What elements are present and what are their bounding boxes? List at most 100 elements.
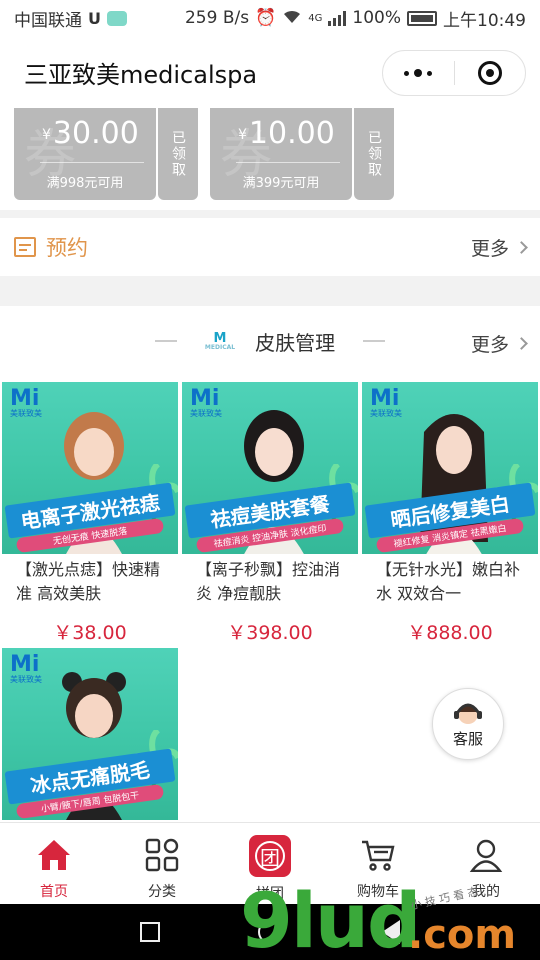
brand-badge: Mi 美联致美 <box>10 654 42 684</box>
capsule-menu <box>382 50 526 96</box>
product-card[interactable]: Mi 美联致美 祛痘美肤套餐 祛痘消炎 控油净肤 淡化痘印 【离子秒飘】控油消炎 … <box>182 382 358 645</box>
customer-service-label: 客服 <box>452 729 483 748</box>
coupon-value: 10.00 <box>248 116 335 151</box>
brand-mark: Mi <box>10 386 40 411</box>
product-image: Mi 美联致美 晒后修复美白 褪红修复 消炎镇定 祛黑嫩白 <box>362 382 538 554</box>
product-card[interactable]: Mi 美联致美 冰点无痛脱毛 小臂/腋下/唇周 包脱包干 <box>2 648 178 820</box>
brand-sub: 美联致美 <box>10 675 42 684</box>
coupon-divider <box>236 162 340 163</box>
product-price: ￥38.00 <box>53 622 127 644</box>
divider-dash <box>154 340 177 342</box>
section-title: 皮肤管理 <box>255 330 336 355</box>
product-image: Mi 美联致美 冰点无痛脱毛 小臂/腋下/唇周 包脱包干 <box>2 648 178 820</box>
section-header: M MEDICAL 皮肤管理 更多 <box>0 306 540 376</box>
booking-row[interactable]: 预约 更多 <box>0 218 540 276</box>
category-icon <box>142 835 182 875</box>
profile-icon <box>466 835 506 875</box>
brand-sub: 美联致美 <box>370 409 402 418</box>
tab-group-buy[interactable]: 团 拼团 <box>216 823 324 904</box>
customer-service-button[interactable]: 客服 <box>432 688 504 760</box>
clock: 上午10:49 <box>443 10 526 31</box>
mini-program-header: 三亚致美medicalspa <box>0 36 540 108</box>
chevron-right-icon <box>515 240 528 254</box>
headset-agent-icon <box>454 703 482 724</box>
app-badge-icon <box>107 10 127 26</box>
page-title: 三亚致美medicalspa <box>24 60 258 89</box>
brand-mark: Mi <box>370 386 400 411</box>
cart-icon <box>358 835 398 875</box>
currency-symbol: ¥ <box>42 127 51 143</box>
recent-apps-button[interactable] <box>140 922 160 942</box>
tab-label: 首页 <box>40 884 68 900</box>
brand-badge: Mi 美联致美 <box>190 388 222 418</box>
product-name: 【离子秒飘】控油消炎 净痘靓肤 <box>196 560 341 603</box>
home-button[interactable] <box>258 920 282 944</box>
chevron-right-icon <box>515 337 528 350</box>
tab-label: 分类 <box>148 884 176 900</box>
wifi-icon <box>282 8 302 29</box>
product-image: Mi 美联致美 祛痘美肤套餐 祛痘消炎 控油净肤 淡化痘印 <box>182 382 358 554</box>
alarm-icon: ⏰ <box>255 8 277 28</box>
home-icon <box>34 835 74 875</box>
more-label: 更多 <box>470 237 509 260</box>
tab-profile[interactable]: 我的 <box>432 823 540 904</box>
coupon-main: 券 ¥30.00 满998元可用 <box>14 108 156 200</box>
coupon-card[interactable]: 券 ¥30.00 满998元可用 已领取 <box>14 108 202 200</box>
tab-cart[interactable]: 购物车 <box>324 823 432 904</box>
coupon-condition: 满399元可用 <box>242 176 320 191</box>
more-options-button[interactable] <box>383 51 454 95</box>
tab-label: 购物车 <box>357 884 399 900</box>
divider-dash <box>363 340 386 342</box>
battery-icon <box>407 10 437 26</box>
coupon-status: 已领取 <box>354 108 398 200</box>
coupon-main: 券 ¥10.00 满399元可用 <box>210 108 352 200</box>
network-speed: 259 B/s <box>184 8 250 28</box>
carrier-name: 中国联通 <box>14 10 82 31</box>
tab-label: 我的 <box>472 884 500 900</box>
target-icon <box>477 61 502 85</box>
close-mini-program-button[interactable] <box>455 51 526 95</box>
brand-sub: 美联致美 <box>10 409 42 418</box>
more-label: 更多 <box>470 334 509 356</box>
coupon-amount: ¥30.00 <box>42 116 139 151</box>
back-button[interactable] <box>382 920 400 944</box>
product-price: ￥888.00 <box>407 622 493 644</box>
product-card[interactable]: Mi 美联致美 电离子激光祛痣 无创无痕 快速脱落 【激光点痣】快速精准 高效美肤… <box>2 382 178 645</box>
network-type: 4G <box>308 12 323 24</box>
product-image: Mi 美联致美 电离子激光祛痣 无创无痕 快速脱落 <box>2 382 178 554</box>
status-right: 259 B/s ⏰ 4G 100% 上午10:49 <box>185 6 526 31</box>
section-more-link[interactable]: 更多 <box>470 330 528 357</box>
coupon-strip: 券 ¥30.00 满998元可用 已领取 券 ¥10.00 满399元可用 已领… <box>0 108 540 210</box>
booking-more-link[interactable]: 更多 <box>470 234 528 261</box>
product-card[interactable]: Mi 美联致美 晒后修复美白 褪红修复 消炎镇定 祛黑嫩白 【无针水光】嫩白补水 … <box>362 382 538 645</box>
calendar-icon <box>14 237 36 257</box>
group-buy-icon: 团 <box>249 835 291 877</box>
status-bar: 中国联通 U 259 B/s ⏰ 4G 100% 上午10:49 <box>0 0 540 36</box>
product-name: 【激光点痣】快速精准 高效美肤 <box>16 560 161 603</box>
coupon-divider <box>40 162 144 163</box>
brand-sub: 美联致美 <box>190 409 222 418</box>
tab-label: 拼团 <box>256 886 284 902</box>
brand-logo-icon: M MEDICAL <box>205 332 235 351</box>
brand-badge: Mi 美联致美 <box>370 388 402 418</box>
currency-symbol: ¥ <box>238 127 247 143</box>
carrier-u-icon: U <box>88 8 101 28</box>
battery-percent: 100% <box>352 8 401 28</box>
brand-mark: Mi <box>190 386 220 411</box>
booking-label: 预约 <box>46 236 88 260</box>
tab-category[interactable]: 分类 <box>108 823 216 904</box>
tab-home[interactable]: 首页 <box>0 823 108 904</box>
status-left: 中国联通 U <box>14 6 127 31</box>
more-dots-icon <box>404 69 433 77</box>
brand-mark: Mi <box>10 652 40 677</box>
signal-icon <box>328 10 347 26</box>
coupon-value: 30.00 <box>52 116 139 151</box>
brand-badge: Mi 美联致美 <box>10 388 42 418</box>
group-buy-glyph: 团 <box>255 841 285 871</box>
bottom-tab-bar: 首页 分类 团 拼团 购物车 我的 <box>0 822 540 904</box>
coupon-status: 已领取 <box>158 108 202 200</box>
logo-sub: MEDICAL <box>204 343 236 351</box>
coupon-card[interactable]: 券 ¥10.00 满399元可用 已领取 <box>210 108 398 200</box>
coupon-amount: ¥10.00 <box>238 116 335 151</box>
android-nav-bar <box>0 904 540 960</box>
